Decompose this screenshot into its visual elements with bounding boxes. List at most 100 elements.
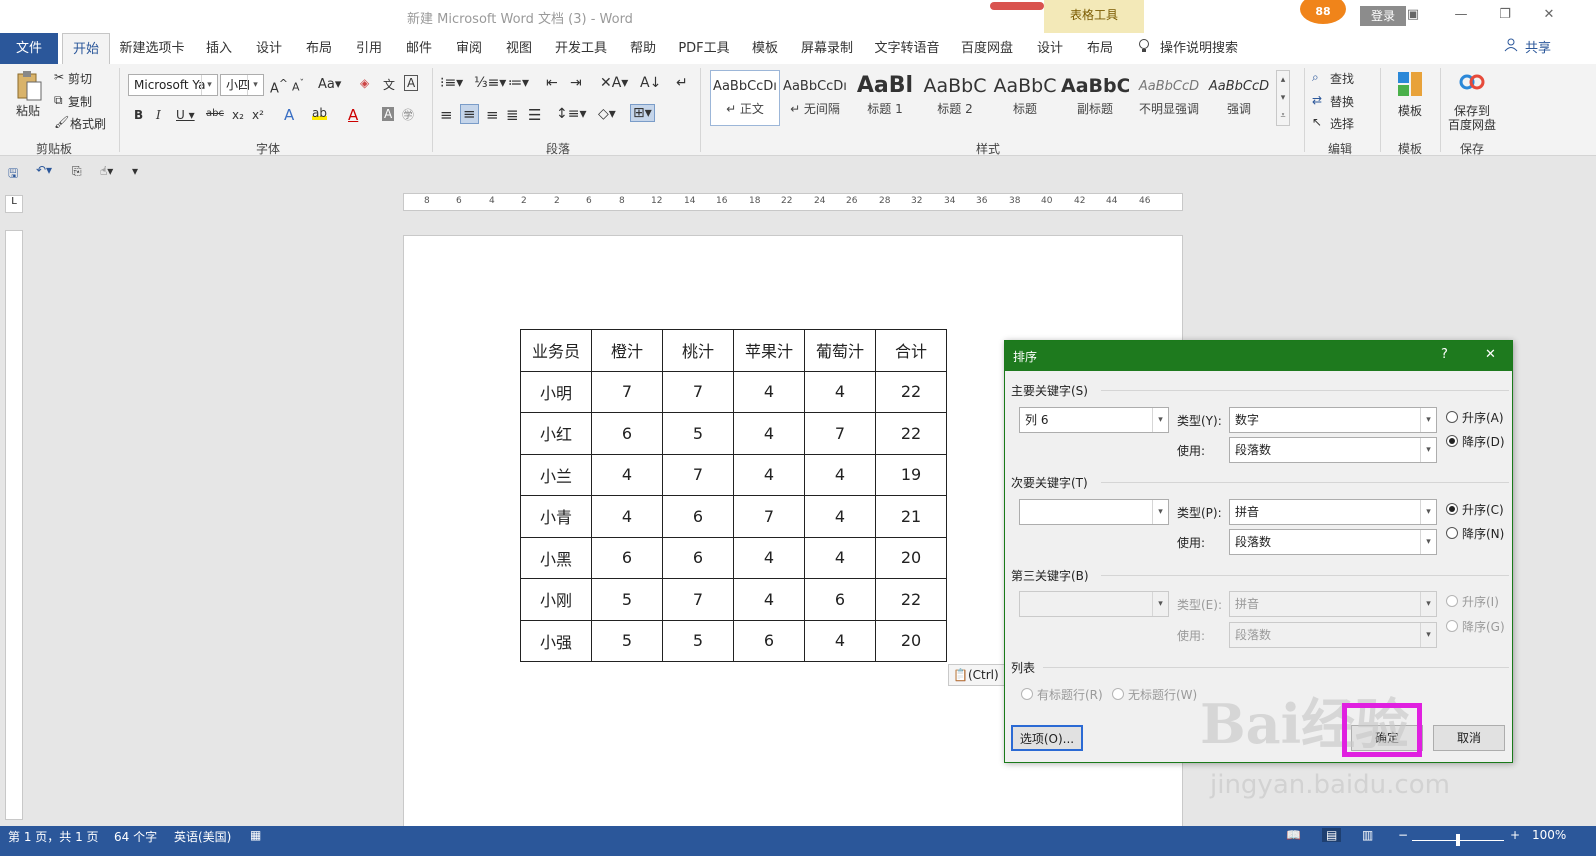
paste-button[interactable]: 粘贴 — [16, 102, 40, 119]
tertiary-type-select[interactable]: 拼音 ▾ — [1229, 591, 1437, 617]
tab-text-to-speech[interactable]: 文字转语音 — [870, 38, 944, 60]
increase-indent-icon[interactable]: ⇥ — [570, 75, 582, 91]
zoom-level[interactable]: 100% — [1532, 828, 1566, 842]
cut-icon[interactable]: ✂ — [54, 70, 64, 84]
shrink-font-icon[interactable]: Aˇ — [292, 78, 304, 94]
tertiary-desc-radio[interactable] — [1446, 620, 1458, 632]
justify-icon[interactable]: ≣ — [506, 106, 519, 124]
tab-new[interactable]: 新建选项卡 — [114, 38, 190, 60]
style-no-spacing[interactable]: AaBbCcDı ↵ 无间隔 — [780, 70, 850, 126]
superscript-icon[interactable]: x² — [252, 108, 264, 122]
table-cell[interactable]: 20 — [875, 619, 947, 662]
sort-icon[interactable]: A↓ — [640, 75, 661, 91]
table-cell[interactable]: 小刚 — [520, 578, 592, 621]
bullets-icon[interactable]: ⁝≡▾ — [440, 75, 463, 91]
tab-view[interactable]: 视图 — [500, 38, 538, 60]
copy-button[interactable]: 复制 — [68, 93, 92, 110]
show-marks-icon[interactable]: ↵ — [676, 75, 688, 91]
decrease-indent-icon[interactable]: ⇤ — [546, 75, 558, 91]
change-case-icon[interactable]: Aa▾ — [318, 77, 341, 92]
read-mode-icon[interactable]: 📖 — [1286, 828, 1301, 842]
header-row-label[interactable]: 有标题行(R) — [1037, 686, 1103, 703]
table-cell[interactable]: 6 — [804, 578, 876, 621]
tab-review[interactable]: 审阅 — [450, 38, 488, 60]
table-cell[interactable]: 5 — [591, 578, 663, 621]
shading-icon[interactable]: ◇▾ — [598, 106, 616, 122]
find-button[interactable]: 查找 — [1330, 70, 1354, 87]
tertiary-asc-label[interactable]: 升序(I) — [1462, 593, 1499, 610]
tertiary-key-select[interactable]: ▾ — [1019, 591, 1169, 617]
table-header-cell[interactable]: 苹果汁 — [733, 329, 805, 372]
horizontal-ruler[interactable]: 8 6 4 2 2 6 8 12 14 16 18 22 24 26 28 32 34 36 38 40 42 44 46 — [403, 193, 1183, 211]
language[interactable]: 英语(美国) — [174, 828, 231, 845]
table-cell[interactable]: 4 — [733, 578, 805, 621]
tab-table-design[interactable]: 设计 — [1032, 38, 1068, 60]
zoom-in-icon[interactable]: + — [1510, 828, 1520, 842]
table-cell[interactable]: 4 — [804, 453, 876, 496]
touch-mode-icon[interactable]: ☝▾ — [100, 164, 113, 178]
table-cell[interactable]: 4 — [804, 370, 876, 413]
table-header-cell[interactable]: 葡萄汁 — [804, 329, 876, 372]
align-left-icon[interactable]: ≡ — [440, 106, 453, 124]
table-cell[interactable]: 22 — [875, 370, 947, 413]
table-cell[interactable]: 6 — [591, 536, 663, 579]
table-cell[interactable]: 7 — [662, 578, 734, 621]
tab-pdf-tools[interactable]: PDF工具 — [674, 38, 734, 60]
align-center-icon[interactable]: ≡ — [460, 104, 479, 124]
secondary-desc-label[interactable]: 降序(N) — [1462, 525, 1504, 542]
distribute-icon[interactable]: ☰ — [528, 106, 541, 124]
phonetic-icon[interactable]: 文 — [383, 76, 395, 93]
primary-desc-label[interactable]: 降序(D) — [1462, 433, 1505, 450]
align-right-icon[interactable]: ≡ — [486, 106, 499, 124]
table-cell[interactable]: 4 — [733, 412, 805, 455]
table-cell[interactable]: 4 — [804, 495, 876, 538]
share-button[interactable]: 共享 — [1520, 38, 1556, 60]
table-cell[interactable]: 21 — [875, 495, 947, 538]
save-icon[interactable]: 🖫 — [8, 164, 18, 185]
underline-icon[interactable]: U ▾ — [176, 108, 195, 122]
table-cell[interactable]: 7 — [804, 412, 876, 455]
web-layout-icon[interactable]: ▥ — [1362, 828, 1373, 842]
style-heading-2[interactable]: AaBbC 标题 2 — [920, 70, 990, 126]
baidu-netdisk-icon[interactable] — [1458, 70, 1486, 94]
format-painter-button[interactable]: 格式刷 — [70, 115, 106, 132]
enclose-char-icon[interactable]: ㊫ — [402, 106, 414, 123]
no-header-row-label[interactable]: 无标题行(W) — [1128, 686, 1197, 703]
table-header-cell[interactable]: 业务员 — [520, 329, 592, 372]
table-cell[interactable]: 4 — [733, 536, 805, 579]
bold-icon[interactable]: B — [134, 108, 143, 122]
secondary-use-select[interactable]: 段落数 ▾ — [1229, 529, 1437, 555]
table-cell[interactable]: 7 — [662, 453, 734, 496]
tab-insert[interactable]: 插入 — [200, 38, 238, 60]
page-count[interactable]: 第 1 页，共 1 页 — [8, 828, 99, 845]
format-painter-icon[interactable]: 🖌 — [54, 115, 69, 129]
tab-references[interactable]: 引用 — [350, 38, 388, 60]
chinese-layout-icon[interactable]: ✕A▾ — [600, 75, 628, 91]
close-icon[interactable]: ✕ — [1485, 347, 1496, 362]
font-name-select[interactable]: Microsoft Ya ▾ — [128, 74, 218, 96]
undo-icon[interactable]: ↶▾ — [36, 163, 52, 177]
lightbulb-icon[interactable] — [1136, 38, 1152, 60]
multilevel-list-icon[interactable]: ≔▾ — [508, 75, 529, 91]
table-cell[interactable]: 4 — [804, 619, 876, 662]
zoom-out-icon[interactable]: − — [1398, 828, 1408, 842]
customize-qat-icon[interactable]: ▾ — [132, 164, 138, 178]
table-cell[interactable]: 6 — [591, 412, 663, 455]
copy-icon[interactable]: ⧉ — [54, 93, 63, 108]
subscript-icon[interactable]: x₂ — [232, 108, 244, 122]
vertical-ruler[interactable] — [5, 230, 23, 820]
paste-icon[interactable] — [14, 70, 44, 102]
table-cell[interactable]: 小明 — [520, 370, 592, 413]
tab-mailings[interactable]: 邮件 — [400, 38, 438, 60]
cancel-button[interactable]: 取消 — [1433, 725, 1505, 751]
restore-icon[interactable]: ❐ — [1490, 7, 1520, 22]
table-cell[interactable]: 小青 — [520, 495, 592, 538]
macro-icon[interactable]: ▦ — [250, 828, 261, 842]
table-cell[interactable]: 4 — [733, 453, 805, 496]
grow-font-icon[interactable]: A^ — [270, 77, 288, 96]
char-shading-icon[interactable]: A — [382, 107, 395, 121]
table-cell[interactable]: 19 — [875, 453, 947, 496]
table-cell[interactable]: 4 — [591, 495, 663, 538]
tertiary-asc-radio[interactable] — [1446, 595, 1458, 607]
table-cell[interactable]: 小兰 — [520, 453, 592, 496]
